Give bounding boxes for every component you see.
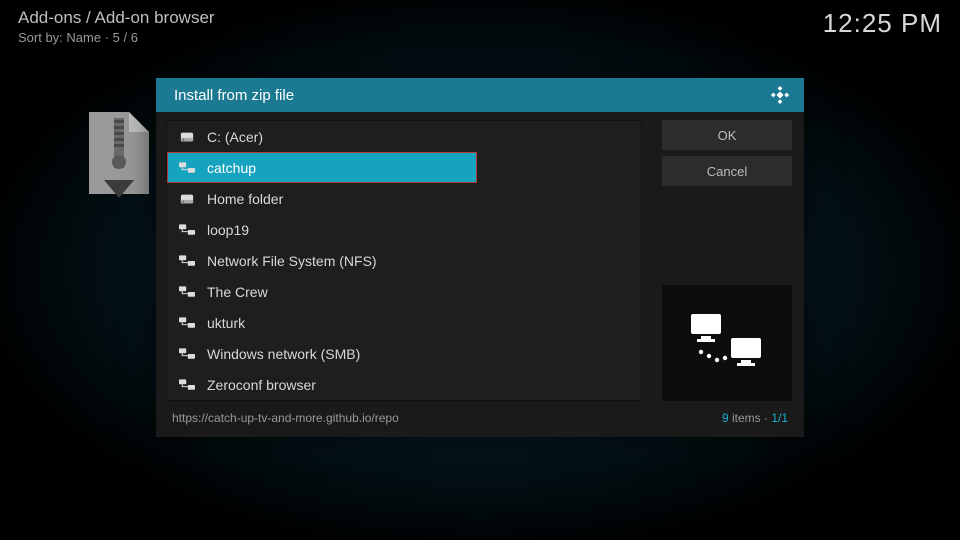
file-row[interactable]: Network File System (NFS) bbox=[167, 245, 641, 276]
breadcrumb: Add-ons / Add-on browser bbox=[18, 8, 215, 28]
kodi-logo-icon bbox=[770, 85, 790, 105]
drive-icon bbox=[179, 130, 195, 144]
file-row-label: C: (Acer) bbox=[207, 129, 263, 145]
file-row[interactable]: C: (Acer) bbox=[167, 121, 641, 152]
network-icon bbox=[179, 379, 195, 391]
network-icon bbox=[179, 224, 195, 236]
file-row-label: ukturk bbox=[207, 315, 245, 331]
footer-count: 9 items · 1/1 bbox=[722, 411, 788, 425]
ok-button[interactable]: OK bbox=[662, 120, 792, 150]
footer-path: https://catch-up-tv-and-more.github.io/r… bbox=[172, 411, 399, 425]
file-row-label: Network File System (NFS) bbox=[207, 253, 377, 269]
network-icon bbox=[179, 348, 195, 360]
network-icon bbox=[179, 255, 195, 267]
network-icon bbox=[179, 317, 195, 329]
clock: 12:25 PM bbox=[823, 8, 942, 39]
file-row-label: catchup bbox=[207, 160, 256, 176]
file-row[interactable]: catchup bbox=[167, 152, 477, 183]
network-icon bbox=[179, 286, 195, 298]
file-row[interactable]: The Crew bbox=[167, 276, 641, 307]
drive-icon bbox=[179, 192, 195, 206]
preview-pane bbox=[662, 285, 792, 401]
network-icon bbox=[179, 162, 195, 174]
file-row[interactable]: Windows network (SMB) bbox=[167, 338, 641, 369]
file-row-label: The Crew bbox=[207, 284, 268, 300]
install-zip-dialog: Install from zip file C: (Acer) catchup Ho… bbox=[156, 78, 804, 437]
file-row[interactable]: ukturk bbox=[167, 307, 641, 338]
file-row-label: Windows network (SMB) bbox=[207, 346, 360, 362]
sort-status: Sort by: Name · 5 / 6 bbox=[18, 30, 215, 45]
file-row-label: Zeroconf browser bbox=[207, 377, 316, 393]
file-row-label: Home folder bbox=[207, 191, 283, 207]
zip-file-icon bbox=[84, 110, 154, 200]
cancel-button[interactable]: Cancel bbox=[662, 156, 792, 186]
file-row[interactable]: Zeroconf browser bbox=[167, 369, 641, 400]
file-row[interactable]: Home folder bbox=[167, 183, 641, 214]
dialog-title-bar: Install from zip file bbox=[156, 78, 804, 112]
file-list[interactable]: C: (Acer) catchup Home folder loop19 Network… bbox=[166, 120, 642, 401]
file-row-label: loop19 bbox=[207, 222, 249, 238]
dialog-title: Install from zip file bbox=[174, 87, 294, 104]
file-row[interactable]: loop19 bbox=[167, 214, 641, 245]
network-share-icon bbox=[687, 308, 767, 378]
